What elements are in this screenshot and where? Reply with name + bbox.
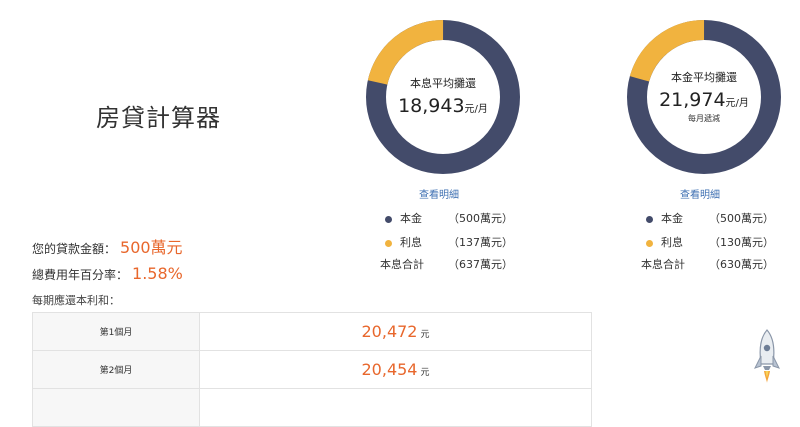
loan-amount-row: 您的貸款金額： 500萬元 [32, 234, 183, 258]
legend-equal-payment: 本金 （500萬元） 利息 （137萬元） 本息合計 （637萬元） [380, 212, 530, 276]
monthly-payment: 21,974元/月 [659, 89, 749, 111]
apr-row: 總費用年百分率： 1.58% [32, 264, 183, 283]
amount-value: 20,472 [361, 322, 418, 341]
legend-amount: （500萬元） [448, 212, 513, 225]
table-row [32, 388, 592, 427]
period-cell: 第1個月 [32, 312, 200, 351]
legend-name: 本息合計 [380, 258, 424, 271]
payment-schedule-table: 第1個月 20,472 元 第2個月 20,454 元 [32, 312, 592, 427]
schedule-label: 每期應還本利和： [32, 294, 120, 307]
interest-dot-icon [385, 240, 392, 247]
legend-name: 本金 [400, 212, 422, 225]
loan-amount-label: 您的貸款金額： [32, 242, 117, 256]
plan-name: 本息平均攤還 [410, 77, 476, 90]
legend-equal-principal: 本金 （500萬元） 利息 （130萬元） 本息合計 （630萬元） [641, 212, 791, 276]
period-cell: 第2個月 [32, 350, 200, 389]
back-to-top-button[interactable] [752, 328, 782, 386]
amount-cell: 20,472 元 [199, 312, 592, 351]
table-row: 第2個月 20,454 元 [32, 350, 592, 389]
loan-amount-value: 500萬元 [120, 238, 183, 257]
monthly-payment-unit: 元/月 [725, 97, 749, 109]
plan-name: 本金平均攤還 [671, 70, 737, 84]
page-title: 房貸計算器 [96, 104, 221, 132]
legend-amount: （630萬元） [709, 258, 774, 271]
apr-value: 1.58% [132, 264, 183, 283]
amount-cell [199, 388, 592, 427]
legend-amount: （130萬元） [709, 236, 774, 249]
apr-label: 總費用年百分率： [32, 268, 129, 282]
legend-name: 本息合計 [641, 258, 685, 271]
table-row: 第1個月 20,472 元 [32, 312, 592, 351]
amount-value: 20,454 [361, 360, 418, 379]
legend-amount: （137萬元） [448, 236, 513, 249]
legend-name: 利息 [400, 236, 422, 249]
principal-dot-icon [646, 216, 653, 223]
amount-cell: 20,454 元 [199, 350, 592, 389]
principal-dot-icon [385, 216, 392, 223]
donut-center-equal-principal: 本金平均攤還 21,974元/月 每月遞減 [627, 20, 781, 174]
legend-amount: （637萬元） [448, 258, 513, 271]
monthly-payment-unit: 元/月 [464, 104, 488, 115]
donut-center-equal-payment: 本息平均攤還 18,943元/月 [366, 20, 520, 174]
rocket-icon [754, 329, 780, 383]
amount-unit: 元 [420, 368, 430, 378]
donut-chart-equal-principal: 本金平均攤還 21,974元/月 每月遞減 [627, 20, 781, 174]
view-details-link-equal-payment[interactable]: 查看明細 [419, 186, 459, 201]
monthly-payment: 18,943元/月 [398, 95, 488, 117]
amount-unit: 元 [420, 330, 430, 340]
interest-dot-icon [646, 240, 653, 247]
monthly-payment-value: 21,974 [659, 88, 726, 111]
monthly-payment-value: 18,943 [398, 95, 465, 117]
view-details-link-equal-principal[interactable]: 查看明細 [680, 186, 720, 201]
period-cell [32, 388, 200, 427]
payment-note: 每月遞減 [688, 113, 720, 123]
legend-name: 本金 [661, 212, 683, 225]
legend-amount: （500萬元） [709, 212, 774, 225]
legend-name: 利息 [661, 236, 683, 249]
donut-chart-equal-payment: 本息平均攤還 18,943元/月 [366, 20, 520, 174]
